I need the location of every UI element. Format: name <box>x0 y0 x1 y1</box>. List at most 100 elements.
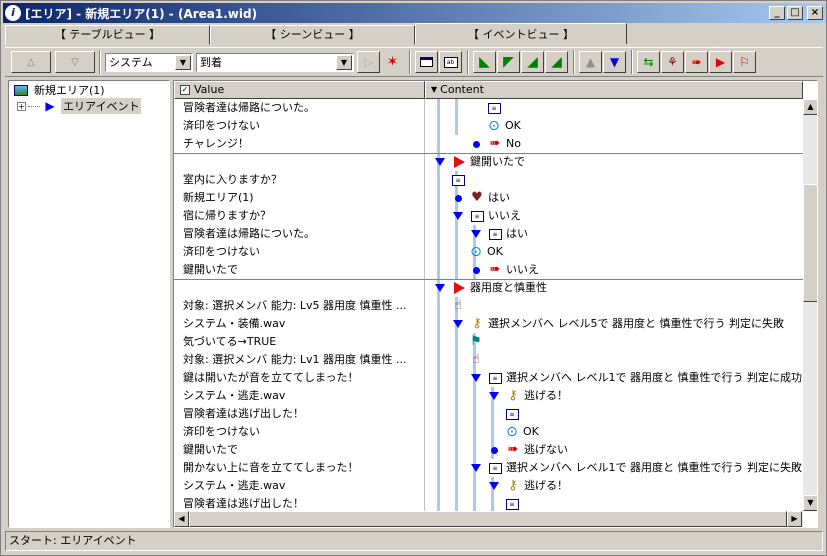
table-row[interactable]: 開かない上に音を立ててしまった！ ≡ 選択メンバへ レベル1で 器用度と 慎重性で行… <box>174 459 804 477</box>
start-flag-icon[interactable]: ▶ <box>709 51 732 73</box>
content-cell: ≡ はい <box>468 225 528 243</box>
stop-icon[interactable]: ✶ <box>381 51 404 73</box>
group-separator <box>174 279 804 280</box>
check-key-icon: ⚷ <box>508 388 518 403</box>
green-arrow-4-icon[interactable]: ◢ <box>545 51 568 73</box>
content-cell: 器用度と慎重性 <box>432 279 547 297</box>
area-icon <box>13 82 29 98</box>
tree-item-area-event[interactable]: + ▶ エリアイベント <box>17 98 142 114</box>
value-cell: 冒険者達は逃げ出した！ <box>183 407 304 420</box>
value-cell: 済印をつけない <box>183 425 260 438</box>
scroll-thumb[interactable] <box>803 184 817 302</box>
value-cell: 鍵開いたで <box>183 263 238 276</box>
table-row[interactable]: 新規エリア(1) ♥ はい <box>174 189 804 207</box>
table-row[interactable]: システム・装備.wav ⚷ 選択メンバへ レベル5で 器用度と 慎重性で行う 判定に… <box>174 315 804 333</box>
chevron-down-icon[interactable]: ▼ <box>336 54 352 70</box>
window-icon[interactable] <box>415 51 438 73</box>
tab-event-view[interactable]: 【 イベントビュー 】 <box>415 23 627 44</box>
table-row[interactable]: 室内に入りますか？ ≡ <box>174 171 804 189</box>
sound-select-value: 到着 <box>200 56 222 69</box>
table-row[interactable]: 対象: 選択メンバ 能力: Lv5 器用度 慎重性 ... ☝ <box>174 297 804 315</box>
value-cell: 室内に入りますか？ <box>183 173 282 186</box>
message-card-icon: ≡ <box>469 208 485 224</box>
link-arrow-icon[interactable]: ➠ <box>685 51 708 73</box>
tree-child-label: エリアイベント <box>61 98 142 114</box>
table-row[interactable]: 済印をつけない ⊙ OK <box>174 117 804 135</box>
table-row[interactable]: 気づいてる→TRUE ⚑ <box>174 333 804 351</box>
event-grid: ✓ Value ▼ Content 冒険者達は帰路についた。 ≡ 済印をつけない ⊙ O… <box>173 80 818 528</box>
content-column-header[interactable]: ▼ Content <box>425 81 803 99</box>
sound-select[interactable]: 到着 ▼ <box>196 52 354 72</box>
event-tree[interactable]: 新規エリア(1) + ▶ エリアイベント <box>8 80 170 528</box>
expand-triangle-icon <box>468 460 484 476</box>
move-up-button[interactable]: △ <box>11 51 51 73</box>
message-card-icon: ≡ <box>504 496 520 512</box>
add-branch-icon[interactable]: ⇆ <box>637 51 660 73</box>
execute-icon[interactable]: ⚐ <box>733 51 756 73</box>
chevron-down-icon[interactable]: ▼ <box>175 54 191 70</box>
vertical-scrollbar[interactable]: ▲ ▼ <box>803 99 817 511</box>
move-down-icon[interactable]: ▼ <box>603 51 626 73</box>
content-text: いいえ <box>506 263 539 276</box>
content-text: 逃げる！ <box>524 389 568 402</box>
value-cell: チャレンジ！ <box>183 137 249 150</box>
green-arrow-3-icon[interactable]: ◢ <box>521 51 544 73</box>
content-column-label: Content <box>440 83 484 96</box>
table-row[interactable]: 対象: 選択メンバ 能力: Lv1 器用度 慎重性 ... ☝ <box>174 351 804 369</box>
hscroll-thumb[interactable] <box>189 511 787 527</box>
content-text: 選択メンバへ レベル1で 器用度と 慎重性で行う 判定に成功 <box>506 371 802 384</box>
value-column-header[interactable]: ✓ Value <box>174 81 425 99</box>
table-row[interactable]: 鍵開いたで ➠ いいえ <box>174 261 804 279</box>
move-up-icon[interactable]: ▲ <box>579 51 602 73</box>
title-bar[interactable]: i [エリア] - 新規エリア(1) - (Area1.wid) _ □ × <box>3 3 826 23</box>
check-key-icon: ⚷ <box>508 478 518 493</box>
check-key-icon: ⚷ <box>472 316 482 331</box>
ok-link-icon: ⊙ <box>488 118 500 134</box>
tab-scene-view[interactable]: 【 シーンビュー 】 <box>210 25 415 45</box>
expand-icon[interactable]: + <box>17 101 26 111</box>
horizontal-scrollbar[interactable]: ◀ ▶ <box>174 511 803 527</box>
text-window-icon[interactable]: ab <box>439 51 462 73</box>
expand-triangle-icon <box>450 316 466 332</box>
message-card-icon: ≡ <box>487 370 503 386</box>
message-card-icon: ≡ <box>450 172 466 188</box>
table-row[interactable]: 鍵開いたで <box>174 153 804 171</box>
checkbox-icon[interactable]: ✓ <box>180 85 190 95</box>
content-cell: ⚷ 逃げる！ <box>486 387 568 405</box>
table-row[interactable]: システム・逃走.wav ⚷ 逃げる！ <box>174 387 804 405</box>
table-row[interactable]: 冒険者達は逃げ出した！ ≡ <box>174 405 804 423</box>
scroll-down-icon[interactable]: ▼ <box>803 495 817 511</box>
scroll-right-icon[interactable]: ▶ <box>787 511 802 527</box>
maximize-button[interactable]: □ <box>787 6 803 20</box>
move-down-button[interactable]: ▽ <box>55 51 95 73</box>
play-icon[interactable]: ▷ <box>357 51 380 73</box>
green-arrow-1-icon[interactable]: ◣ <box>473 51 496 73</box>
content-text: OK <box>505 119 521 132</box>
close-button[interactable]: × <box>807 6 823 20</box>
table-row[interactable]: 冒険者達は帰路についた。 ≡ はい <box>174 225 804 243</box>
scroll-up-icon[interactable]: ▲ <box>803 99 817 115</box>
table-row[interactable]: 済印をつけない ⊙ OK <box>174 243 804 261</box>
minimize-button[interactable]: _ <box>769 6 785 20</box>
value-cell: 済印をつけない <box>183 119 260 132</box>
content-cell: ♥ はい <box>450 189 510 207</box>
content-text: OK <box>487 245 503 258</box>
green-arrow-2-icon[interactable]: ◤ <box>497 51 520 73</box>
table-row[interactable]: 冒険者達は帰路についた。 ≡ <box>174 99 804 117</box>
toolbar-separator <box>467 50 469 74</box>
expand-triangle-icon <box>432 154 448 170</box>
content-cell: ⚷ 逃げる！ <box>486 477 568 495</box>
table-row[interactable]: 鍵開いたで ➠ 逃げない <box>174 441 804 459</box>
category-select[interactable]: システム ▼ <box>105 52 193 72</box>
tree-root[interactable]: 新規エリア(1) <box>13 82 107 98</box>
table-row[interactable]: 鍵は開いたが音を立ててしまった！ ≡ 選択メンバへ レベル1で 器用度と 慎重性で行… <box>174 369 804 387</box>
table-row[interactable]: 器用度と慎重性 <box>174 279 804 297</box>
table-row[interactable]: システム・逃走.wav ⚷ 逃げる！ <box>174 477 804 495</box>
table-row[interactable]: 宿に帰りますか？ ≡ いいえ <box>174 207 804 225</box>
scroll-left-icon[interactable]: ◀ <box>174 511 189 527</box>
tab-table-view[interactable]: 【 テーブルビュー 】 <box>5 25 210 45</box>
edit-branch-icon[interactable]: ⚘ <box>661 51 684 73</box>
table-row[interactable]: チャレンジ！ ➠ No <box>174 135 804 153</box>
content-text: 鍵開いたで <box>470 155 525 168</box>
table-row[interactable]: 済印をつけない ⊙ OK <box>174 423 804 441</box>
